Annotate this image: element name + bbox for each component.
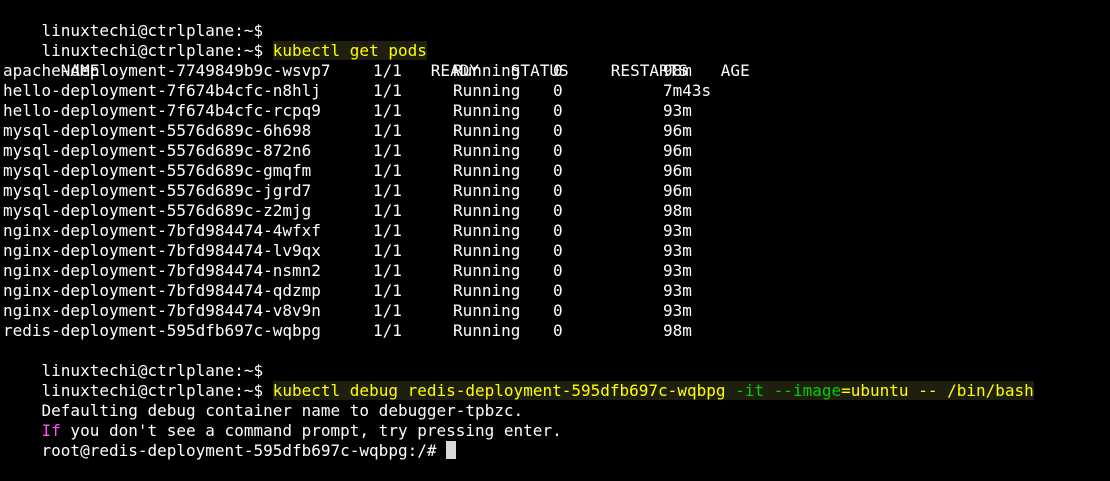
pod-name: mysql-deployment-5576d689c-jgrd7 xyxy=(3,181,312,200)
pod-status: Running xyxy=(453,81,521,100)
pod-name: hello-deployment-7f674b4cfc-rcpq9 xyxy=(3,101,321,120)
pod-ready: 1/1 xyxy=(373,241,402,260)
table-row: nginx-deployment-7bfd984474-4wfxf 1/1 Runn… xyxy=(3,221,1110,241)
prompt-line: linuxtechi@ctrlplane:~$ xyxy=(3,341,1110,380)
pod-status: Running xyxy=(453,301,521,320)
table-row: mysql-deployment-5576d689c-z2mjg 1/1 Runni… xyxy=(3,201,1110,221)
pod-status: Running xyxy=(453,121,521,140)
pod-ready: 1/1 xyxy=(373,121,402,140)
pod-restarts: 0 xyxy=(553,121,563,140)
pod-name: nginx-deployment-7bfd984474-v8v9n xyxy=(3,301,321,320)
pod-name: mysql-deployment-5576d689c-872n6 xyxy=(3,141,312,160)
table-row: mysql-deployment-5576d689c-872n6 1/1 Runni… xyxy=(3,141,1110,161)
pod-ready: 1/1 xyxy=(373,281,402,300)
table-row: nginx-deployment-7bfd984474-lv9qx 1/1 Runn… xyxy=(3,241,1110,261)
pod-age: 93m xyxy=(663,241,692,260)
pod-status: Running xyxy=(453,201,521,220)
pod-status: Running xyxy=(453,241,521,260)
pod-restarts: 0 xyxy=(553,141,563,160)
table-row: hello-deployment-7f674b4cfc-rcpq9 1/1 Runn… xyxy=(3,101,1110,121)
pod-restarts: 0 xyxy=(553,261,563,280)
pod-ready: 1/1 xyxy=(373,261,402,280)
pod-status: Running xyxy=(453,221,521,240)
table-row: mysql-deployment-5576d689c-6h698 1/1 Runni… xyxy=(3,121,1110,141)
cursor-block xyxy=(446,441,457,459)
pod-restarts: 0 xyxy=(553,201,563,220)
pod-name: nginx-deployment-7bfd984474-4wfxf xyxy=(3,221,321,240)
pod-restarts: 0 xyxy=(553,221,563,240)
pod-age: 98m xyxy=(663,201,692,220)
pod-age: 7m43s xyxy=(663,81,712,100)
pod-ready: 1/1 xyxy=(373,61,402,80)
table-row: mysql-deployment-5576d689c-gmqfm 1/1 Runni… xyxy=(3,161,1110,181)
pod-restarts: 0 xyxy=(553,321,563,340)
pod-restarts: 0 xyxy=(553,161,563,180)
pod-name: mysql-deployment-5576d689c-gmqfm xyxy=(3,161,312,180)
pod-ready: 1/1 xyxy=(373,321,402,340)
pod-status: Running xyxy=(453,161,521,180)
table-row: apache-deployment-7749849b9c-wsvp7 1/1 Run… xyxy=(3,61,1110,81)
output-hint: If you don't see a command prompt, try p… xyxy=(3,401,1110,440)
pod-restarts: 0 xyxy=(553,101,563,120)
pod-ready: 1/1 xyxy=(373,81,402,100)
table-row: nginx-deployment-7bfd984474-qdzmp 1/1 Runn… xyxy=(3,281,1110,301)
table-row: nginx-deployment-7bfd984474-v8v9n 1/1 Runn… xyxy=(3,301,1110,321)
pod-age: 98m xyxy=(663,61,692,80)
pod-age: 96m xyxy=(663,161,692,180)
pod-name: apache-deployment-7749849b9c-wsvp7 xyxy=(3,61,331,80)
pod-name: nginx-deployment-7bfd984474-qdzmp xyxy=(3,281,321,300)
pod-status: Running xyxy=(453,321,521,340)
pod-ready: 1/1 xyxy=(373,101,402,120)
pod-status: Running xyxy=(453,261,521,280)
pod-age: 93m xyxy=(663,281,692,300)
pods-table: NAME READY STATUS RESTARTS AGE apache-deploy… xyxy=(3,41,1110,341)
pod-ready: 1/1 xyxy=(373,161,402,180)
table-row: hello-deployment-7f674b4cfc-n8hlj 1/1 Runn… xyxy=(3,81,1110,101)
pod-ready: 1/1 xyxy=(373,141,402,160)
pod-restarts: 0 xyxy=(553,81,563,100)
root-prompt: root@redis-deployment-595dfb697c-wqbpg:/… xyxy=(41,441,437,460)
command-line-get-pods: linuxtechi@ctrlplane:~$ kubectl get pods xyxy=(3,21,1110,60)
pod-age: 96m xyxy=(663,121,692,140)
output-defaulting: Defaulting debug container name to debug… xyxy=(3,381,1110,420)
pod-status: Running xyxy=(453,141,521,160)
pod-ready: 1/1 xyxy=(373,181,402,200)
pod-age: 93m xyxy=(663,301,692,320)
table-header: NAME READY STATUS RESTARTS AGE xyxy=(3,41,1110,80)
table-row: redis-deployment-595dfb697c-wqbpg 1/1 Runn… xyxy=(3,321,1110,341)
pod-age: 98m xyxy=(663,321,692,340)
pod-name: mysql-deployment-5576d689c-6h698 xyxy=(3,121,312,140)
prompt-line: linuxtechi@ctrlplane:~$ xyxy=(3,1,1110,40)
pod-restarts: 0 xyxy=(553,281,563,300)
pod-restarts: 0 xyxy=(553,301,563,320)
command-line-debug: linuxtechi@ctrlplane:~$ kubectl debug re… xyxy=(3,361,1110,400)
pod-name: nginx-deployment-7bfd984474-nsmn2 xyxy=(3,261,321,280)
pod-restarts: 0 xyxy=(553,181,563,200)
pod-name: mysql-deployment-5576d689c-z2mjg xyxy=(3,201,312,220)
root-prompt-line[interactable]: root@redis-deployment-595dfb697c-wqbpg:/… xyxy=(3,421,1110,460)
pod-age: 93m xyxy=(663,101,692,120)
pod-ready: 1/1 xyxy=(373,201,402,220)
pod-restarts: 0 xyxy=(553,61,563,80)
table-row: nginx-deployment-7bfd984474-nsmn2 1/1 Runn… xyxy=(3,261,1110,281)
pod-name: hello-deployment-7f674b4cfc-n8hlj xyxy=(3,81,321,100)
table-row: mysql-deployment-5576d689c-jgrd7 1/1 Runni… xyxy=(3,181,1110,201)
terminal-window[interactable]: linuxtechi@ctrlplane:~$ linuxtechi@ctrlp… xyxy=(0,0,1110,460)
pod-age: 96m xyxy=(663,141,692,160)
pod-status: Running xyxy=(453,181,521,200)
pod-ready: 1/1 xyxy=(373,221,402,240)
pod-age: 93m xyxy=(663,221,692,240)
pod-age: 93m xyxy=(663,261,692,280)
pod-status: Running xyxy=(453,281,521,300)
pod-age: 96m xyxy=(663,181,692,200)
pod-name: nginx-deployment-7bfd984474-lv9qx xyxy=(3,241,321,260)
pod-status: Running xyxy=(453,101,521,120)
pod-name: redis-deployment-595dfb697c-wqbpg xyxy=(3,321,321,340)
pod-ready: 1/1 xyxy=(373,301,402,320)
pod-restarts: 0 xyxy=(553,241,563,260)
pod-status: Running xyxy=(453,61,521,80)
